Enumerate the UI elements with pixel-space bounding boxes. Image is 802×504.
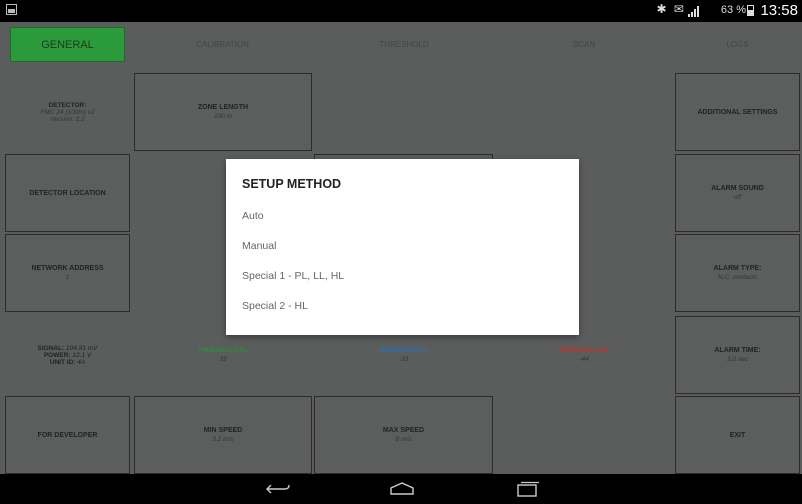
gallery-icon (6, 4, 17, 15)
detector-label: DETECTOR: (48, 101, 87, 109)
bluetooth-mute-icons: ✱ ✉ (656, 2, 686, 16)
threshold-hl-label: THRESHOLD HL (558, 347, 610, 354)
network-address-value: 1 (65, 274, 70, 281)
tab-scan[interactable]: SCAN (495, 27, 673, 62)
unit-id-line: UNIT ID: 4A (49, 358, 86, 366)
setup-method-dialog: SETUP METHOD Auto Manual Special 1 - PL,… (226, 159, 579, 335)
min-speed-label: MIN SPEED (203, 427, 243, 434)
signal-icon (688, 6, 699, 17)
for-developer-label: FOR DEVELOPER (37, 431, 98, 439)
alarm-type-value: N.C. contacts (717, 274, 757, 281)
status-bar: ✱ ✉ 63 % 13:58 (0, 0, 802, 22)
option-special-1[interactable]: Special 1 - PL, LL, HL (242, 265, 562, 287)
zone-length-label: ZONE LENGTH (197, 104, 249, 111)
tab-threshold[interactable]: THRESHOLD (315, 27, 493, 62)
home-icon[interactable] (387, 480, 417, 498)
tab-calibration[interactable]: CALIBRATION (135, 27, 310, 62)
alarm-type-label: ALARM TYPE: (713, 265, 762, 272)
threshold-pl-value: 33 (219, 356, 227, 363)
back-icon[interactable] (263, 480, 293, 498)
alarm-sound-label: ALARM SOUND (711, 185, 764, 192)
zone-length-value: 100 m (213, 113, 233, 120)
clock: 13:58 (760, 2, 798, 19)
alarm-time-button[interactable]: ALARM TIME: 3.0 sec (675, 316, 800, 394)
option-special-2[interactable]: Special 2 - HL (242, 295, 562, 317)
tab-bar: GENERAL CALIBRATION THRESHOLD SCAN LOGS (0, 22, 802, 66)
recents-icon[interactable] (512, 480, 542, 498)
option-auto[interactable]: Auto (242, 205, 562, 227)
network-address-label: NETWORK ADDRESS (31, 265, 104, 272)
min-speed-button[interactable]: MIN SPEED 0.2 m/s (134, 396, 312, 474)
detector-info: DETECTOR: FMC 24 (100m) v2 Version: 2.2 (5, 73, 130, 151)
detector-location-button[interactable]: DETECTOR LOCATION (5, 154, 130, 232)
signal-info: SIGNAL: 104.81 mV POWER: 12.1 V UNIT ID:… (5, 316, 130, 394)
for-developer-button[interactable]: FOR DEVELOPER (5, 396, 130, 474)
max-speed-button[interactable]: MAX SPEED 8 m/s (314, 396, 493, 474)
battery-percent: 63 % (720, 4, 746, 16)
power-line: POWER: 12.1 V (43, 351, 92, 359)
threshold-ll-label: THRESHOLD LL (378, 347, 429, 354)
alarm-sound-value: off (733, 194, 742, 201)
exit-button[interactable]: EXIT (675, 396, 800, 474)
min-speed-value: 0.2 m/s (212, 436, 234, 443)
additional-settings-label: ADDITIONAL SETTINGS (697, 108, 778, 116)
battery-icon (747, 5, 754, 16)
alarm-type-button[interactable]: ALARM TYPE: N.C. contacts (675, 234, 800, 312)
network-address-button[interactable]: NETWORK ADDRESS 1 (5, 234, 130, 312)
threshold-hl-value: -44 (579, 356, 589, 363)
detector-model: FMC 24 (100m) v2 (40, 108, 95, 116)
option-manual[interactable]: Manual (242, 235, 562, 257)
navigation-bar (0, 474, 802, 504)
max-speed-label: MAX SPEED (382, 427, 425, 434)
detector-location-label: DETECTOR LOCATION (29, 189, 106, 197)
alarm-sound-button[interactable]: ALARM SOUND off (675, 154, 800, 232)
max-speed-value: 8 m/s (395, 436, 412, 443)
detector-version: Version: 2.2 (50, 115, 85, 123)
tab-general[interactable]: GENERAL (10, 27, 125, 62)
signal-line: SIGNAL: 104.81 mV (37, 344, 98, 352)
alarm-time-label: ALARM TIME: (714, 347, 761, 354)
zone-length-button[interactable]: ZONE LENGTH 100 m (134, 73, 312, 151)
threshold-pl-label: THRESHOLD PL (197, 347, 249, 354)
tab-logs[interactable]: LOGS (675, 27, 800, 62)
additional-settings-button[interactable]: ADDITIONAL SETTINGS (675, 73, 800, 151)
threshold-ll-value: -33 (398, 356, 409, 363)
dialog-title: SETUP METHOD (242, 177, 342, 191)
exit-label: EXIT (729, 431, 746, 439)
alarm-time-value: 3.0 sec (727, 356, 748, 363)
